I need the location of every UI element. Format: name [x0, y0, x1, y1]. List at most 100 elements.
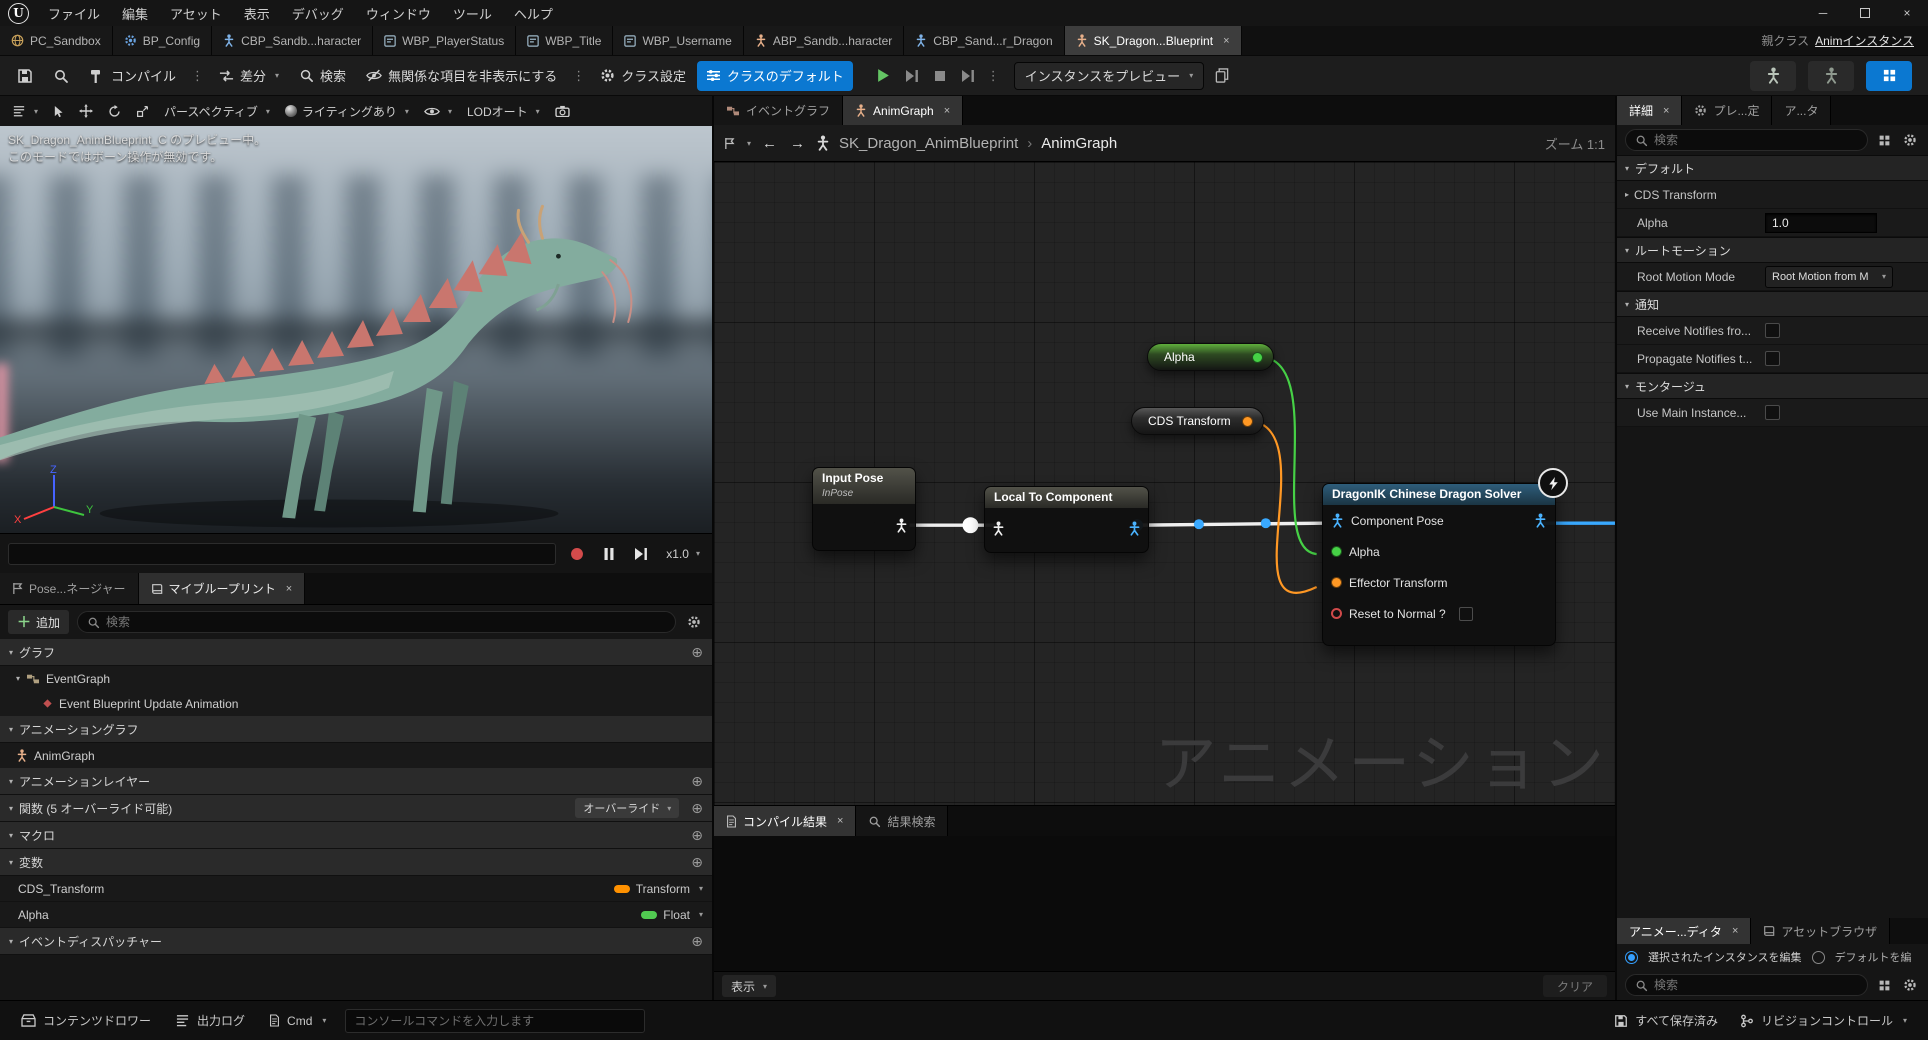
console-command-input[interactable]: [345, 1009, 645, 1033]
add-function-icon[interactable]: ⊕: [691, 800, 703, 817]
anim-graph-canvas[interactable]: アニメーション Alpha: [714, 162, 1615, 805]
alpha-value-input[interactable]: [1765, 213, 1877, 233]
property-row-cds-transform[interactable]: ▸CDS Transform: [1617, 181, 1928, 209]
save-button[interactable]: [8, 61, 42, 91]
scale-tool-icon[interactable]: [130, 99, 155, 123]
transform-input-pin[interactable]: [1331, 577, 1342, 588]
play-button[interactable]: [871, 62, 897, 90]
hide-unrelated-button[interactable]: 無関係な項目を非表示にする: [357, 61, 566, 91]
pose-input-pin[interactable]: [1331, 513, 1344, 528]
tab-compile-results[interactable]: コンパイル結果×: [714, 806, 856, 836]
tab-asset-browser[interactable]: アセットブラウザ: [1751, 918, 1890, 944]
asset-tab-cbp-character[interactable]: CBP_Sandb...haracter: [212, 26, 373, 55]
variable-row-cds-transform[interactable]: CDS_Transform Transform▾: [0, 876, 712, 902]
bookmark-icon[interactable]: [724, 137, 735, 150]
variable-row-alpha[interactable]: Alpha Float▾: [0, 902, 712, 928]
menu-tools[interactable]: ツール: [442, 0, 503, 26]
breadcrumb-current[interactable]: AnimGraph: [1041, 135, 1117, 152]
menu-asset[interactable]: アセット: [159, 0, 233, 26]
node-alpha-getter[interactable]: Alpha: [1147, 343, 1274, 371]
playback-speed-dropdown[interactable]: x1.0▾: [662, 547, 704, 561]
close-tab-icon[interactable]: ×: [944, 105, 950, 117]
breadcrumb-root[interactable]: SK_Dragon_AnimBlueprint: [839, 135, 1018, 152]
back-icon[interactable]: ←: [760, 135, 779, 152]
select-tool-icon[interactable]: [47, 99, 70, 123]
asset-tab-wbp-username[interactable]: WBP_Username: [613, 26, 743, 55]
asset-tab-sk-dragon-blueprint[interactable]: SK_Dragon...Blueprint×: [1065, 26, 1242, 55]
item-event-graph[interactable]: ▾EventGraph: [0, 666, 712, 691]
pose-output-pin[interactable]: [895, 518, 908, 533]
item-anim-graph[interactable]: AnimGraph: [0, 743, 712, 768]
lighting-dropdown[interactable]: ライティングあり▾: [279, 99, 415, 123]
cmd-dropdown[interactable]: Cmd▾: [258, 1001, 337, 1040]
asset-tab-wbp-title[interactable]: WBP_Title: [516, 26, 613, 55]
tab-anim-data-editor[interactable]: アニメー...ディタ×: [1617, 918, 1751, 944]
clear-button[interactable]: クリア: [1543, 975, 1607, 997]
maximize-icon[interactable]: [1844, 0, 1886, 26]
pose-input-pin[interactable]: [992, 521, 1005, 536]
menu-help[interactable]: ヘルプ: [503, 0, 564, 26]
grid-view-icon[interactable]: [1874, 975, 1894, 995]
play-options-icon[interactable]: ⋮: [983, 68, 1004, 84]
move-tool-icon[interactable]: [73, 99, 99, 123]
content-drawer-button[interactable]: コンテンツドロワー: [10, 1001, 162, 1040]
close-tab-icon[interactable]: ×: [837, 815, 843, 827]
menu-view[interactable]: 表示: [233, 0, 281, 26]
use-main-instance-checkbox[interactable]: [1765, 405, 1780, 420]
add-layer-icon[interactable]: ⊕: [691, 773, 703, 790]
my-blueprint-search[interactable]: [77, 611, 676, 633]
tab-details[interactable]: 詳細×: [1617, 96, 1682, 125]
edit-defaults-radio[interactable]: [1812, 951, 1825, 964]
close-tab-icon[interactable]: ×: [1223, 35, 1229, 47]
tab-asset-data[interactable]: ア...タ: [1772, 96, 1831, 125]
lod-dropdown[interactable]: LODオート▾: [461, 99, 546, 123]
close-tab-icon[interactable]: ×: [1663, 105, 1669, 117]
asset-tab-abp-character[interactable]: ABP_Sandb...haracter: [744, 26, 904, 55]
gear-icon[interactable]: [684, 612, 704, 632]
menu-window[interactable]: ウィンドウ: [355, 0, 442, 26]
search-input[interactable]: [106, 615, 666, 629]
step-forward-button[interactable]: [630, 543, 652, 565]
screenshot-icon[interactable]: [549, 99, 576, 123]
preview-instance-dropdown[interactable]: インスタンスをプレビュー▾: [1014, 62, 1205, 90]
pin-row-effector-transform[interactable]: Effector Transform: [1323, 567, 1555, 598]
pin-row-reset-to-normal[interactable]: Reset to Normal ?: [1323, 598, 1555, 629]
preview-mesh-button[interactable]: [1750, 61, 1796, 91]
transform-output-pin[interactable]: [1242, 416, 1253, 427]
add-variable-icon[interactable]: ⊕: [691, 854, 703, 871]
possess-icon[interactable]: [1206, 61, 1238, 91]
menu-edit[interactable]: 編集: [111, 0, 159, 26]
close-tab-icon[interactable]: ×: [1732, 925, 1738, 937]
find-button[interactable]: 検索: [290, 61, 355, 91]
gear-icon[interactable]: [1900, 975, 1920, 995]
timeline-scrubber[interactable]: [8, 543, 556, 565]
receive-notifies-checkbox[interactable]: [1765, 323, 1780, 338]
node-cds-transform-getter[interactable]: CDS Transform: [1131, 407, 1264, 435]
preview-viewport[interactable]: ▾ パースペクティブ▾ ライティングあり▾ ▾ LODオート▾: [0, 96, 712, 573]
pin-row-component-pose[interactable]: Component Pose: [1323, 505, 1555, 536]
tab-event-graph[interactable]: イベントグラフ: [714, 96, 843, 125]
node-input-pose[interactable]: Input Pose InPose: [812, 467, 916, 551]
search-input[interactable]: [1654, 133, 1858, 147]
details-search[interactable]: [1625, 129, 1868, 151]
asset-tab-pc-sandbox[interactable]: PC_Sandbox: [0, 26, 113, 55]
category-variables[interactable]: ▾変数⊕: [0, 849, 712, 876]
show-flags-dropdown[interactable]: ▾: [418, 99, 458, 123]
output-log-button[interactable]: 出力ログ: [164, 1001, 256, 1040]
menu-file[interactable]: ファイル: [37, 0, 111, 26]
node-dragonik-solver[interactable]: DragonIK Chinese Dragon Solver Component…: [1322, 483, 1556, 646]
category-event-dispatchers[interactable]: ▾イベントディスパッチャー⊕: [0, 928, 712, 955]
close-tab-icon[interactable]: ×: [286, 583, 292, 595]
compile-options-icon[interactable]: ⋮: [187, 68, 208, 84]
node-local-to-component[interactable]: Local To Component: [984, 486, 1149, 553]
asset-tab-cbp-dragon[interactable]: CBP_Sand...r_Dragon: [904, 26, 1064, 55]
category-animation-graphs[interactable]: ▾アニメーショングラフ: [0, 716, 712, 743]
category-root-motion[interactable]: ▾ルートモーション: [1617, 237, 1928, 263]
tab-my-blueprint[interactable]: マイブループリント×: [139, 573, 306, 604]
search-input[interactable]: [1654, 978, 1858, 992]
asset-tab-wbp-playerstatus[interactable]: WBP_PlayerStatus: [373, 26, 516, 55]
add-macro-icon[interactable]: ⊕: [691, 827, 703, 844]
minimize-icon[interactable]: ─: [1802, 0, 1844, 26]
browse-asset-button[interactable]: [44, 61, 78, 91]
diff-button[interactable]: 差分▾: [210, 61, 288, 91]
